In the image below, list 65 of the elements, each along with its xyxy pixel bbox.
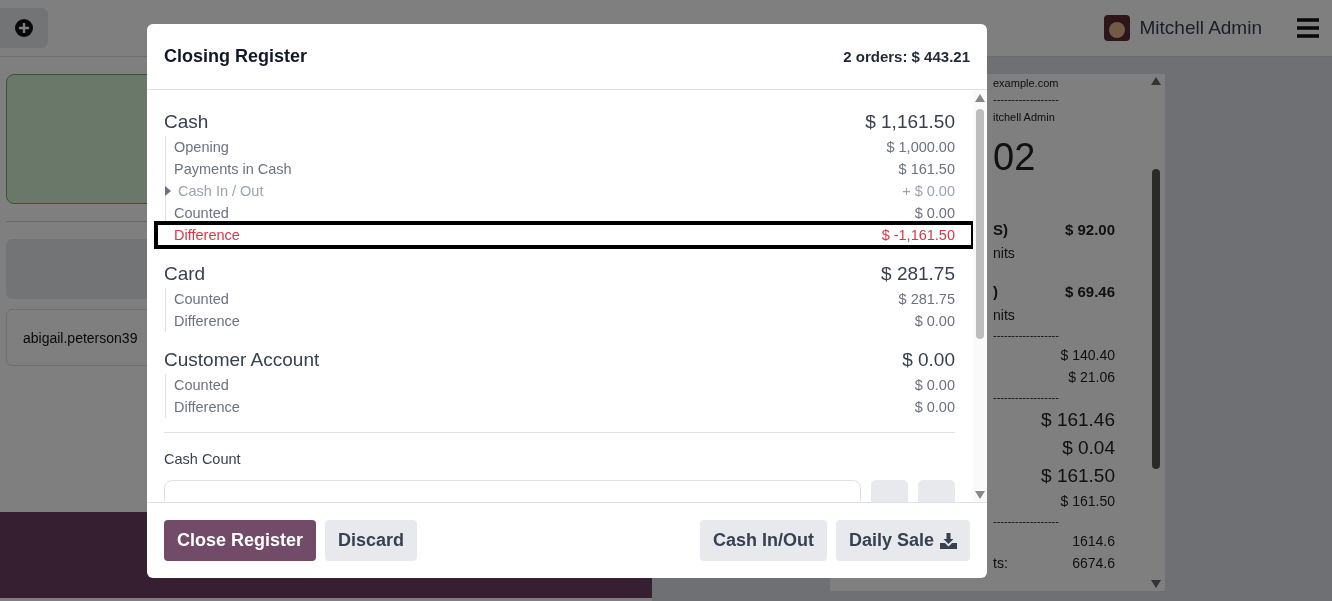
line-label: Difference <box>174 227 240 243</box>
receipt-text: nits <box>993 307 1015 323</box>
receipt-amount: 6674.6 <box>1072 555 1115 571</box>
avatar-icon[interactable] <box>1103 15 1130 41</box>
line-label: Counted <box>174 377 229 393</box>
line-label: Opening <box>174 139 229 155</box>
line-label: Difference <box>174 399 240 415</box>
dialog-button[interactable]: Cash In/Out <box>699 520 827 561</box>
receipt-text: ) <box>993 283 998 300</box>
plus-icon <box>15 19 33 37</box>
orders-summary: 2 orders: $ 443.21 <box>843 48 970 65</box>
line-amount: $ -1,161.50 <box>881 227 955 243</box>
scroll-up-icon[interactable] <box>1151 77 1161 85</box>
scroll-down-icon[interactable] <box>1151 580 1161 588</box>
payment-total: $ 1,161.50 <box>865 111 955 133</box>
dialog-button[interactable]: Discard <box>325 520 418 561</box>
caret-icon[interactable] <box>164 186 172 196</box>
line-amount: $ 0.00 <box>914 377 955 393</box>
payment-method: Customer Account <box>164 349 320 371</box>
download-icon <box>940 532 957 549</box>
receipt-amount: $ 161.50 <box>1060 493 1115 509</box>
close-register-button[interactable]: Close Register <box>164 520 317 561</box>
line-amount: + $ 0.00 <box>902 183 955 199</box>
user-name[interactable]: Mitchell Admin <box>1139 17 1262 39</box>
dialog-title: Closing Register <box>164 46 308 67</box>
receipt-amount: $ 92.00 <box>1064 221 1115 238</box>
line-amount: $ 0.00 <box>914 313 955 329</box>
line-amount: $ 1,000.00 <box>886 139 955 155</box>
payment-method: Cash <box>164 111 209 133</box>
receipt-text: ------------------ <box>993 93 1059 105</box>
receipt-text: ------------------ <box>993 515 1059 527</box>
receipt-amount: $ 140.40 <box>1060 347 1115 363</box>
payment-total: $ 0.00 <box>902 349 955 371</box>
line-amount: $ 161.50 <box>898 161 955 177</box>
receipt-amount: $ 21.06 <box>1068 369 1115 385</box>
scroll-up-icon[interactable] <box>975 94 985 102</box>
receipt-text: nits <box>993 245 1015 261</box>
receipt-amount: $ 69.46 <box>1064 283 1115 300</box>
scrollbar[interactable] <box>973 90 987 502</box>
add-button[interactable] <box>0 8 48 48</box>
receipt-text: ts: <box>993 555 1008 571</box>
line-label: Counted <box>174 205 229 221</box>
receipt-text: 02 <box>993 135 1036 179</box>
receipt-text: ------------------ <box>993 391 1059 403</box>
cash-count-label: Cash Count <box>164 451 242 467</box>
payment-total: $ 281.75 <box>881 263 955 285</box>
customer-email: abigail.peterson39 <box>23 329 138 346</box>
receipt-amount: $ 161.50 <box>1041 465 1115 487</box>
menu-icon[interactable] <box>1296 17 1320 39</box>
line-amount: $ 281.75 <box>898 291 955 307</box>
daily-sale-button[interactable]: Daily Sale <box>835 520 970 561</box>
line-label: Difference <box>174 313 240 329</box>
line-label: Counted <box>174 291 229 307</box>
scroll-down-icon[interactable] <box>975 491 985 499</box>
line-amount: $ 0.00 <box>914 205 955 221</box>
receipt-text: S) <box>993 221 1008 238</box>
receipt-text: ------------------ <box>993 329 1059 341</box>
receipt-amount: $ 161.46 <box>1041 409 1115 431</box>
line-amount: $ 0.00 <box>914 399 955 415</box>
receipt-text: itchell Admin <box>993 111 1055 123</box>
receipt-text: example.com <box>993 77 1059 89</box>
line-label: Payments in Cash <box>174 161 292 177</box>
payment-method: Card <box>164 263 206 285</box>
receipt-amount: 1614.6 <box>1072 533 1115 549</box>
receipt-amount: $ 0.04 <box>1062 437 1115 459</box>
